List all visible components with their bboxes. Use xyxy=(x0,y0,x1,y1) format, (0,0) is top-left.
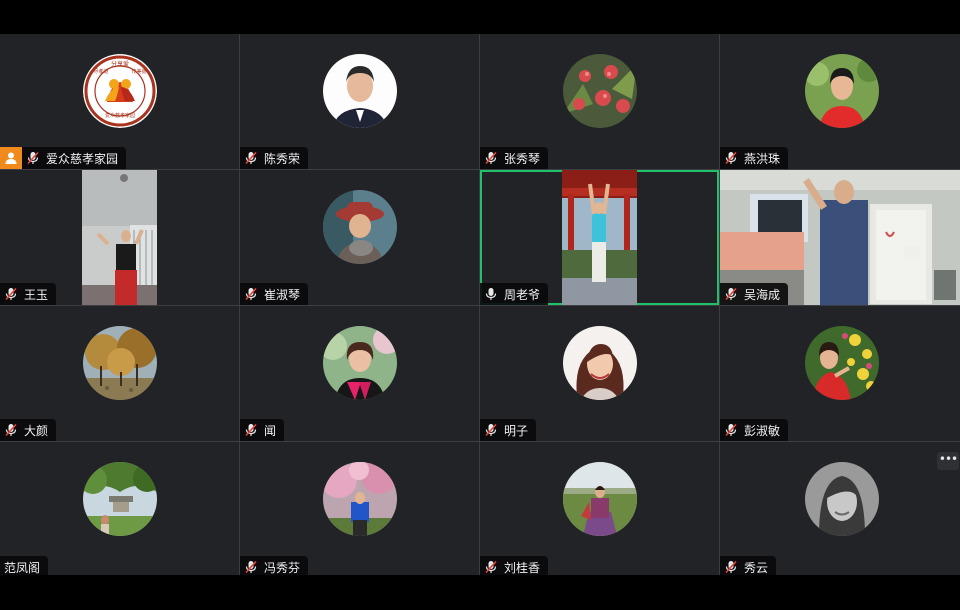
participant-name-tag: 爱众慈孝家园 xyxy=(22,147,127,169)
mic-muted-icon[interactable] xyxy=(4,287,18,301)
avatar xyxy=(804,462,879,536)
avatar xyxy=(804,53,879,128)
mic-muted-icon[interactable] xyxy=(244,423,258,437)
participant-name: 爱众慈孝家园 xyxy=(46,151,119,166)
participant-name: 秀云 xyxy=(744,560,769,575)
video-feed xyxy=(82,170,157,305)
mic-muted-icon[interactable] xyxy=(724,287,738,301)
participant-name: 彭淑敏 xyxy=(744,423,781,438)
participant-tile[interactable]: 闻 xyxy=(240,306,479,441)
avatar xyxy=(82,325,157,400)
video-feed xyxy=(562,170,637,305)
participant-tile[interactable]: 冯秀芬 xyxy=(240,442,479,578)
avatar xyxy=(322,53,397,128)
more-options-icon[interactable]: ••• xyxy=(937,452,959,470)
participant-name: 陈秀荣 xyxy=(264,151,301,166)
participant-tile[interactable]: 吴海成 xyxy=(720,170,960,305)
participant-name-tag: 明子 xyxy=(480,419,537,441)
participant-name: 冯秀芬 xyxy=(264,560,301,575)
participant-name: 闻 xyxy=(264,423,277,438)
avatar xyxy=(804,325,879,400)
mic-muted-icon[interactable] xyxy=(484,423,498,437)
participant-tile[interactable]: 崔淑琴 xyxy=(240,170,479,305)
mic-muted-icon[interactable] xyxy=(244,151,258,165)
avatar xyxy=(562,462,637,536)
mic-muted-icon[interactable] xyxy=(724,423,738,437)
video-grid: 分享爱 尽孝道 传美德 爱众慈孝家园 爱众慈孝家园 陈秀荣 张秀琴 燕洪珠 王玉… xyxy=(0,34,960,578)
logo-icon: 分享爱 尽孝道 传美德 爱众慈孝家园 xyxy=(82,53,157,128)
participant-name: 刘桂香 xyxy=(504,560,541,575)
participant-name-tag: 张秀琴 xyxy=(480,147,549,169)
participant-name-tag: 闻 xyxy=(240,419,285,441)
mic-muted-icon[interactable] xyxy=(724,151,738,165)
participant-name: 周老爷 xyxy=(504,287,541,302)
host-user-icon xyxy=(5,152,17,164)
mic-muted-icon[interactable] xyxy=(244,287,258,301)
participant-tile[interactable]: 刘桂香 xyxy=(480,442,719,578)
bottom-bar xyxy=(0,575,960,610)
mic-muted-icon[interactable] xyxy=(484,151,498,165)
avatar xyxy=(562,325,637,400)
mic-muted-icon[interactable] xyxy=(484,560,498,574)
svg-text:尽孝道: 尽孝道 xyxy=(93,68,108,75)
avatar xyxy=(322,325,397,400)
participant-name: 明子 xyxy=(504,423,529,438)
participant-name-tag: 王玉 xyxy=(0,283,57,305)
svg-text:爱众慈孝家园: 爱众慈孝家园 xyxy=(104,112,134,119)
participant-tile[interactable]: 分享爱 尽孝道 传美德 爱众慈孝家园 爱众慈孝家园 xyxy=(0,34,239,169)
participant-tile[interactable]: ••• 秀云 xyxy=(720,442,960,578)
participant-tile[interactable]: 彭淑敏 xyxy=(720,306,960,441)
logo-text: 分享爱 xyxy=(110,60,128,68)
participant-name-tag: 周老爷 xyxy=(480,283,549,305)
participant-name: 吴海成 xyxy=(744,287,781,302)
participant-tile[interactable]: 王玉 xyxy=(0,170,239,305)
participant-name-tag: 燕洪珠 xyxy=(720,147,789,169)
mic-muted-icon[interactable] xyxy=(4,423,18,437)
participant-tile[interactable]: 陈秀荣 xyxy=(240,34,479,169)
top-bar xyxy=(0,0,960,34)
avatar xyxy=(322,462,397,536)
mic-muted-icon[interactable] xyxy=(26,151,40,165)
participant-name: 王玉 xyxy=(24,287,49,302)
participant-tile[interactable]: 明子 xyxy=(480,306,719,441)
participant-tile-active-speaker[interactable]: 周老爷 xyxy=(480,170,719,305)
participant-tile[interactable]: 燕洪珠 xyxy=(720,34,960,169)
participant-name-tag: 彭淑敏 xyxy=(720,419,789,441)
avatar xyxy=(322,189,397,264)
participant-name: 大颜 xyxy=(24,423,49,438)
participant-name: 崔淑琴 xyxy=(264,287,301,302)
participant-name-tag: 崔淑琴 xyxy=(240,283,309,305)
mic-icon[interactable] xyxy=(484,287,498,301)
mic-muted-icon[interactable] xyxy=(724,560,738,574)
svg-text:传美德: 传美德 xyxy=(131,68,146,75)
avatar xyxy=(562,53,637,128)
mic-muted-icon[interactable] xyxy=(244,560,258,574)
host-badge xyxy=(0,147,22,169)
participant-tile[interactable]: 范凤阁 xyxy=(0,442,239,578)
avatar: 分享爱 尽孝道 传美德 爱众慈孝家园 xyxy=(82,53,157,128)
participant-name: 张秀琴 xyxy=(504,151,541,166)
avatar xyxy=(82,462,157,536)
participant-name-tag: 吴海成 xyxy=(720,283,789,305)
participant-tile[interactable]: 张秀琴 xyxy=(480,34,719,169)
participant-name-tag: 大颜 xyxy=(0,419,57,441)
participant-name: 范凤阁 xyxy=(4,560,41,575)
participant-name: 燕洪珠 xyxy=(744,151,781,166)
participant-tile[interactable]: 大颜 xyxy=(0,306,239,441)
participant-name-tag: 陈秀荣 xyxy=(240,147,309,169)
